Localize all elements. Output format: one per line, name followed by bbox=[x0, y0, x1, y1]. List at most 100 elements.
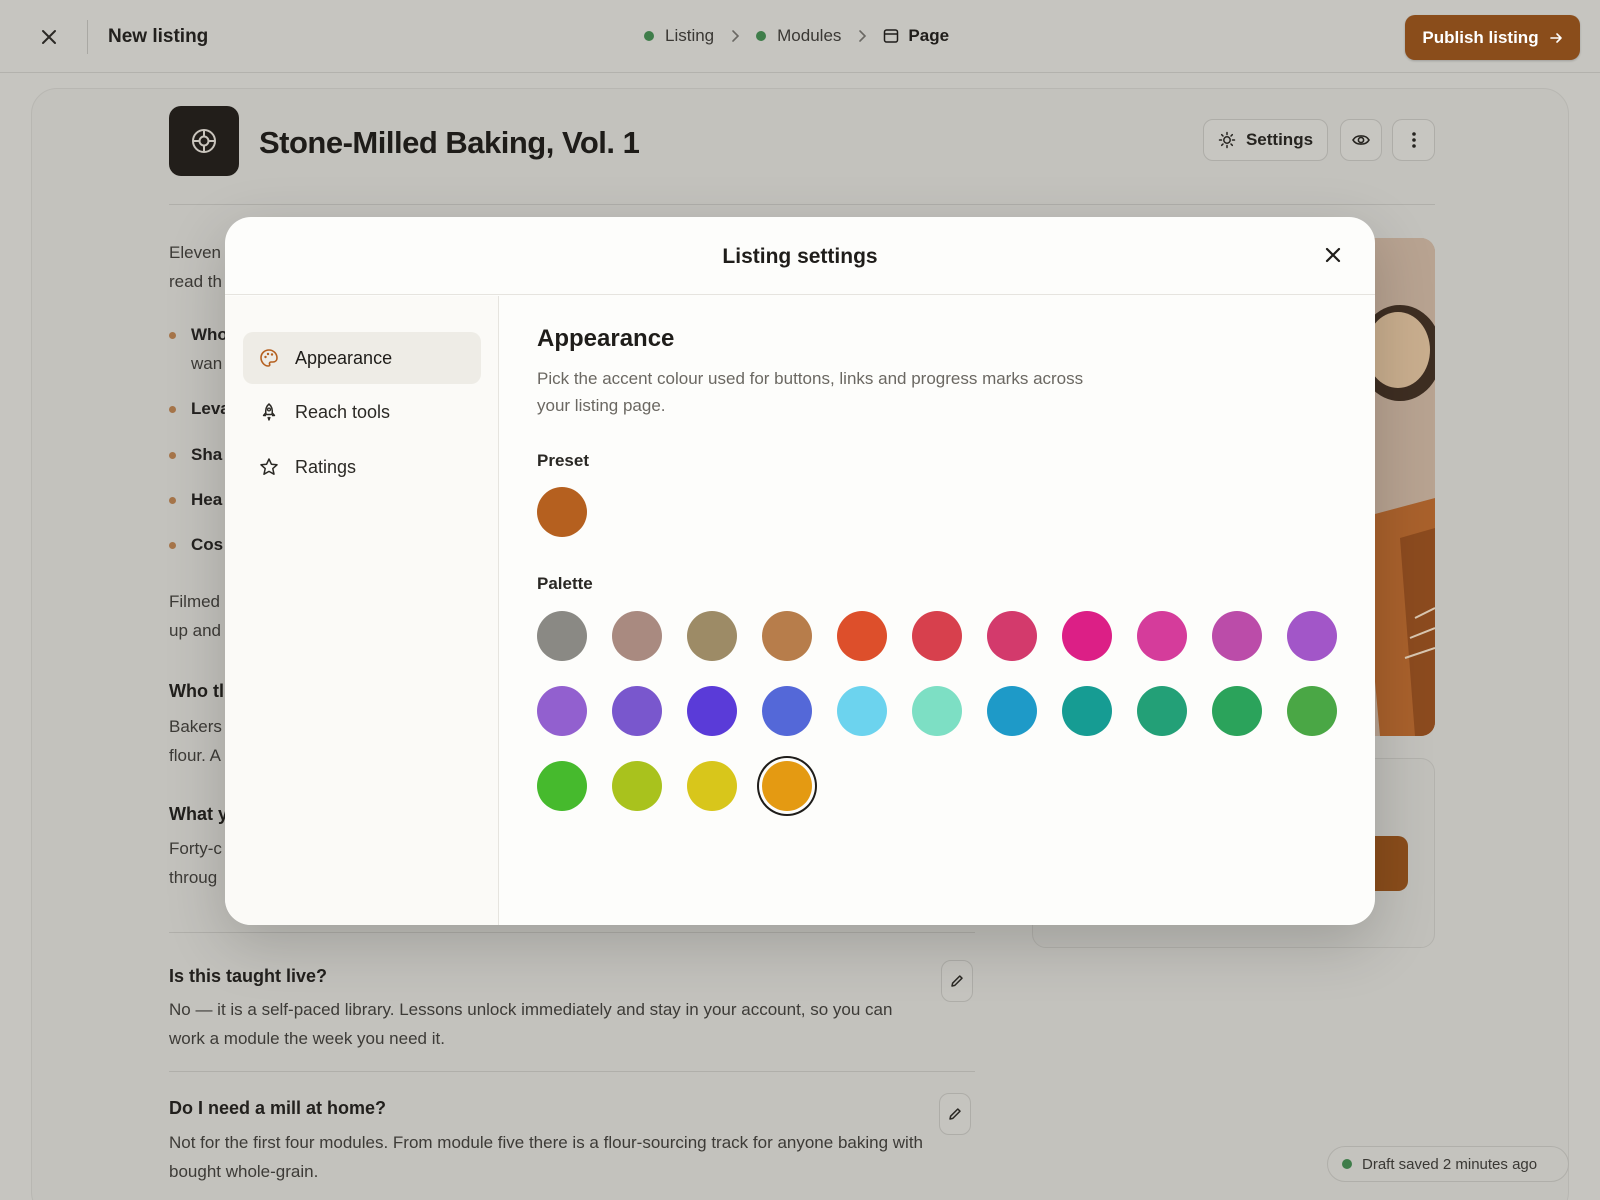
palette-swatch[interactable] bbox=[1137, 686, 1187, 736]
palette-icon bbox=[260, 349, 278, 367]
modal-title: Listing settings bbox=[722, 245, 878, 268]
bullet-text: Cos bbox=[191, 535, 224, 554]
palette-swatch[interactable] bbox=[837, 611, 887, 661]
listing-logo[interactable] bbox=[169, 106, 239, 176]
palette-swatch[interactable] bbox=[1137, 611, 1187, 661]
palette-swatch[interactable] bbox=[987, 611, 1037, 661]
nav-label: Appearance bbox=[295, 347, 393, 368]
crumb-label: Modules bbox=[777, 26, 842, 45]
preview-button[interactable] bbox=[1340, 119, 1382, 161]
divider bbox=[87, 20, 88, 54]
page-icon bbox=[883, 28, 899, 44]
draft-status: Draft saved 2 minutes ago bbox=[1327, 1146, 1569, 1182]
palette-swatch[interactable] bbox=[762, 761, 812, 811]
status-dot bbox=[1342, 1159, 1352, 1169]
palette-swatch[interactable] bbox=[687, 611, 737, 661]
intro-line: read th bbox=[169, 272, 222, 291]
nav-item-ratings[interactable]: Ratings bbox=[243, 441, 481, 493]
section-description: Pick the accent colour used for buttons,… bbox=[537, 369, 1084, 415]
crumb-page[interactable]: Page bbox=[883, 26, 949, 46]
close-modal-button[interactable] bbox=[1319, 241, 1347, 269]
crumb-label: Listing bbox=[665, 26, 715, 45]
bullet-dot bbox=[169, 542, 176, 549]
nav-item-reach-tools[interactable]: Reach tools bbox=[243, 386, 481, 438]
palette-label: Palette bbox=[537, 574, 593, 593]
palette-swatch[interactable] bbox=[687, 761, 737, 811]
publish-label: Publish listing bbox=[1422, 27, 1539, 47]
preset-label: Preset bbox=[537, 451, 589, 470]
body-line: flour. A bbox=[169, 746, 221, 765]
divider bbox=[169, 932, 975, 933]
body-line: Filmed bbox=[169, 592, 221, 611]
section-title: Appearance bbox=[537, 325, 675, 352]
nav-label: Ratings bbox=[295, 456, 357, 477]
eye-icon bbox=[1352, 135, 1370, 145]
publish-listing-button[interactable]: Publish listing bbox=[1405, 15, 1580, 60]
bullet-dot bbox=[169, 497, 176, 504]
palette-swatch[interactable] bbox=[687, 686, 737, 736]
divider bbox=[169, 1071, 975, 1072]
crumb-listing[interactable]: Listing bbox=[644, 26, 714, 46]
appearance-panel: Appearance Pick the accent colour used f… bbox=[537, 325, 1357, 419]
palette-swatch[interactable] bbox=[1287, 611, 1337, 661]
palette-swatch[interactable] bbox=[912, 686, 962, 736]
pencil-icon bbox=[951, 975, 963, 987]
section-heading: Who tl bbox=[169, 681, 224, 701]
breadcrumb: Listing Modules Page bbox=[644, 26, 949, 46]
chevron-right-icon bbox=[857, 29, 867, 43]
palette-swatch[interactable] bbox=[1062, 686, 1112, 736]
nav-item-appearance[interactable]: Appearance bbox=[243, 332, 481, 384]
section-heading: What y bbox=[169, 804, 229, 824]
palette-swatch[interactable] bbox=[912, 611, 962, 661]
palette-swatch[interactable] bbox=[762, 686, 812, 736]
edit-faq-button[interactable] bbox=[939, 1093, 971, 1135]
palette-swatch[interactable] bbox=[987, 686, 1037, 736]
nav-label: Reach tools bbox=[295, 401, 391, 422]
close-icon[interactable] bbox=[36, 24, 62, 50]
close-icon bbox=[1325, 247, 1341, 263]
palette-swatch[interactable] bbox=[1062, 611, 1112, 661]
faq-question: Do I need a mill at home? bbox=[169, 1098, 387, 1118]
palette-swatch[interactable] bbox=[1287, 686, 1337, 736]
palette-swatch[interactable] bbox=[1212, 686, 1262, 736]
palette-swatch[interactable] bbox=[537, 686, 587, 736]
palette-swatch[interactable] bbox=[837, 686, 887, 736]
bullet-text: wan bbox=[191, 354, 223, 373]
body-line: throug bbox=[169, 868, 218, 887]
settings-button[interactable]: Settings bbox=[1203, 119, 1328, 161]
edit-faq-button[interactable] bbox=[941, 960, 973, 1002]
divider bbox=[169, 204, 1435, 205]
more-options-button[interactable] bbox=[1392, 119, 1435, 161]
palette-swatch[interactable] bbox=[537, 761, 587, 811]
body-line: up and bbox=[169, 621, 221, 640]
page-title: New listing bbox=[108, 26, 209, 47]
status-dot bbox=[644, 31, 654, 41]
bullet-text: Hea bbox=[191, 490, 223, 509]
settings-label: Settings bbox=[1245, 130, 1314, 149]
palette-swatch[interactable] bbox=[612, 611, 662, 661]
star-icon bbox=[260, 458, 278, 475]
status-dot bbox=[756, 31, 767, 41]
palette-swatch[interactable] bbox=[612, 686, 662, 736]
preset-swatch[interactable] bbox=[537, 487, 587, 537]
palette-swatch[interactable] bbox=[1212, 611, 1262, 661]
body-line: Forty-c bbox=[169, 839, 222, 858]
bullet-dot bbox=[169, 406, 176, 413]
intro-line: Eleven bbox=[169, 243, 221, 262]
bullet-text: Sha bbox=[191, 445, 223, 464]
more-vertical-icon bbox=[1411, 132, 1416, 148]
listing-title[interactable]: Stone-Milled Baking, Vol. 1 bbox=[259, 125, 640, 161]
sun-icon bbox=[1218, 131, 1236, 149]
palette-swatch[interactable] bbox=[612, 761, 662, 811]
modal-header: Listing settings bbox=[225, 217, 1375, 295]
listing-settings-modal: Listing settings Appearance Reach tools … bbox=[225, 217, 1375, 925]
palette-swatch[interactable] bbox=[537, 611, 587, 661]
faq-answer: No — it is a self-paced library. Lessons… bbox=[169, 1000, 893, 1048]
draft-status-text: Draft saved 2 minutes ago bbox=[1362, 1155, 1538, 1173]
crumb-label: Page bbox=[908, 26, 950, 45]
chevron-right-icon bbox=[730, 29, 740, 43]
body-line: Bakers bbox=[169, 717, 222, 736]
palette-swatch[interactable] bbox=[762, 611, 812, 661]
settings-sidebar: Appearance Reach tools Ratings bbox=[225, 296, 499, 925]
crumb-modules[interactable]: Modules bbox=[756, 26, 841, 46]
